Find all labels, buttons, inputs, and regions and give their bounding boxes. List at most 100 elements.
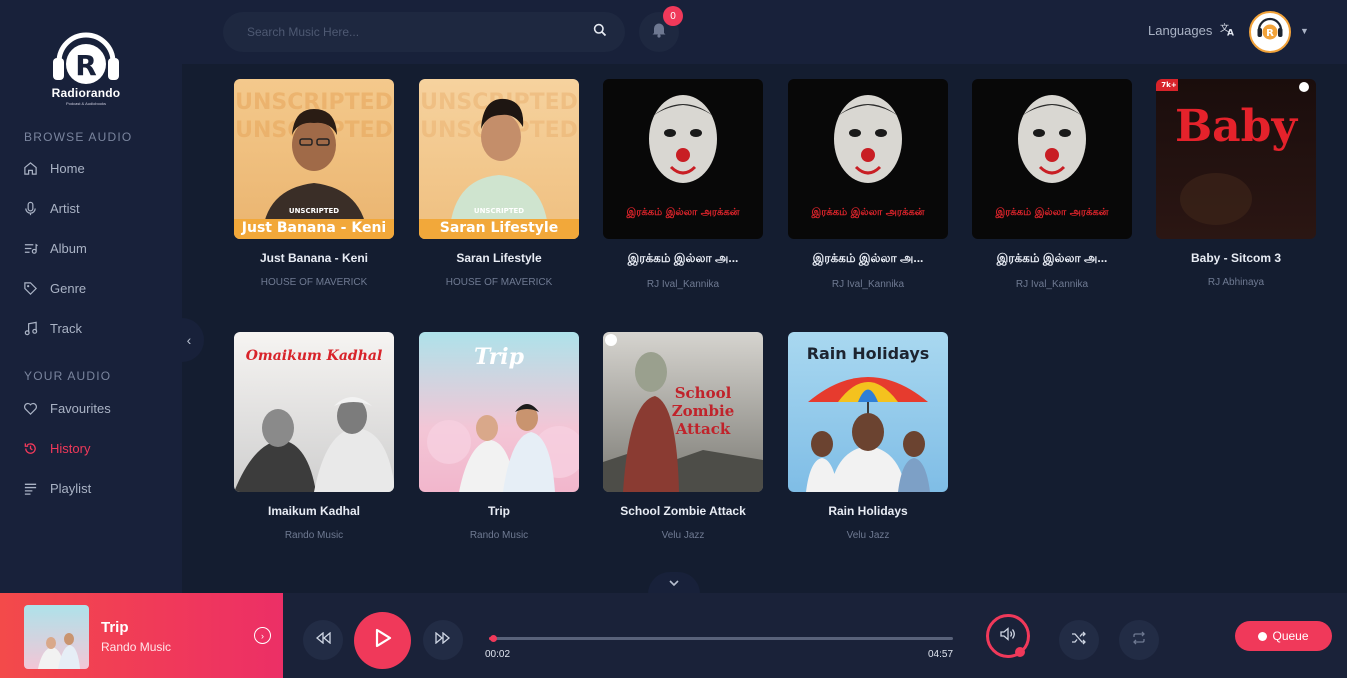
total-duration: 04:57	[928, 649, 954, 660]
cover-art: UNSCRIPTED UNSCRIPTED UNSCRIPTED Just Ba…	[234, 79, 394, 239]
now-playing-artist: Rando Music	[101, 640, 172, 654]
card-title: Imaikum Kadhal	[267, 504, 361, 518]
sidebar-item-home[interactable]: Home	[22, 156, 172, 180]
brand-tagline: Podcast & Audiobooks	[65, 101, 107, 106]
brand-name: Radiorando	[51, 86, 121, 100]
play-icon	[374, 628, 392, 653]
cover-art: UNSCRIPTED UNSCRIPTED UNSCRIPTED Saran L…	[419, 79, 579, 239]
audio-card[interactable]: UNSCRIPTED UNSCRIPTED UNSCRIPTED Saran L…	[419, 79, 579, 288]
card-subtitle: RJ Ival_Kannika	[1015, 279, 1089, 290]
profile-avatar[interactable]: R	[1249, 11, 1291, 53]
cover-art: School Zombie Attack	[603, 332, 763, 492]
svg-text:R: R	[75, 49, 97, 82]
sidebar-item-label: History	[50, 440, 91, 456]
sidebar-item-playlist[interactable]: Playlist	[22, 476, 172, 500]
now-playing-title: Trip	[101, 619, 129, 636]
radiorando-logo-icon: R	[1255, 15, 1285, 50]
repeat-button[interactable]	[1119, 620, 1159, 660]
card-title: Just Banana - Keni	[259, 251, 369, 265]
queue-button[interactable]: Queue	[1235, 621, 1332, 651]
sidebar-item-history[interactable]: History	[22, 436, 172, 460]
languages-selector[interactable]: Languages 文A	[1148, 22, 1236, 39]
cover-caption: School Zombie Attack	[671, 384, 735, 438]
music-note-icon	[22, 320, 38, 336]
cover-art: Rain Holidays	[788, 332, 948, 492]
card-subtitle: Velu Jazz	[661, 530, 705, 541]
cover-caption: Baby	[1174, 101, 1298, 152]
sidebar-item-album[interactable]: Album	[22, 236, 172, 260]
play-button[interactable]	[354, 612, 411, 669]
cover-caption: இரக்கம் இல்லா அரக்கன்	[995, 207, 1109, 218]
rewind-button[interactable]	[303, 620, 343, 660]
card-title: Trip	[487, 504, 510, 518]
caret-down-icon[interactable]: ▼	[1300, 26, 1309, 36]
card-title: Baby - Sitcom 3	[1190, 251, 1282, 265]
audio-card[interactable]: Trip Trip Rando Music	[419, 332, 579, 541]
card-title: Rain Holidays	[828, 504, 908, 518]
cover-caption: Rain Holidays	[806, 344, 930, 363]
shuffle-button[interactable]	[1059, 620, 1099, 660]
cover-caption: இரக்கம் இல்லா அரக்கன்	[626, 207, 740, 218]
sidebar-item-artist[interactable]: Artist	[22, 196, 172, 220]
progress-handle[interactable]	[490, 635, 497, 642]
cover-art: 7k+ Baby	[1156, 79, 1316, 239]
home-icon	[22, 160, 38, 176]
cover-badge: UNSCRIPTED	[288, 207, 340, 215]
now-playing-panel[interactable]: Trip Rando Music ›	[0, 593, 283, 678]
audio-card[interactable]: இரக்கம் இல்லா அரக்கன் இரக்கம் இல்லா அ...…	[788, 79, 948, 290]
svg-text:R: R	[1266, 28, 1274, 39]
card-subtitle: RJ Ival_Kannika	[831, 279, 905, 290]
sidebar: R Radiorando Podcast & Audiobooks BROWSE…	[0, 0, 182, 593]
search-bar	[223, 12, 625, 52]
sidebar-item-label: Album	[50, 240, 87, 256]
audio-card[interactable]: School Zombie Attack School Zombie Attac…	[603, 332, 763, 541]
cover-art: Trip	[419, 332, 579, 492]
chevron-right-circle-icon[interactable]: ›	[254, 627, 271, 644]
chevron-down-icon	[668, 576, 680, 590]
history-icon	[22, 440, 38, 456]
sidebar-item-favourites[interactable]: Favourites	[22, 396, 172, 420]
queue-icon	[1258, 631, 1268, 641]
cover-caption: Saran Lifestyle	[439, 220, 559, 236]
heart-icon	[22, 400, 38, 416]
playlist-icon	[22, 480, 38, 496]
now-playing-cover	[24, 605, 89, 669]
speaker-icon	[999, 626, 1017, 646]
sidebar-item-label: Favourites	[50, 400, 111, 416]
album-list-icon	[22, 240, 38, 256]
microphone-icon	[22, 200, 38, 216]
sidebar-item-track[interactable]: Track	[22, 316, 172, 340]
sidebar-item-label: Home	[50, 160, 85, 176]
card-title: இரக்கம் இல்லா அ...	[627, 251, 739, 265]
history-grid: UNSCRIPTED UNSCRIPTED UNSCRIPTED Just Ba…	[182, 64, 1347, 593]
card-title: இரக்கம் இல்லா அ...	[812, 251, 924, 265]
audio-card[interactable]: Rain Holidays Rain Holidays Velu Jazz	[788, 332, 948, 541]
notification-count-badge: 0	[663, 6, 683, 26]
queue-label: Queue	[1272, 629, 1309, 643]
audio-card[interactable]: 7k+ Baby Baby - Sitcom 3 RJ Abhinaya	[1156, 79, 1316, 288]
cover-art: இரக்கம் இல்லா அரக்கன்	[603, 79, 763, 239]
radiorando-logo-icon: R	[49, 26, 123, 88]
your-audio-heading: YOUR AUDIO	[24, 369, 112, 383]
card-title: இரக்கம் இல்லா அ...	[996, 251, 1108, 265]
search-input[interactable]	[247, 25, 593, 39]
fast-forward-button[interactable]	[423, 620, 463, 660]
translate-icon: 文A	[1220, 22, 1236, 39]
card-subtitle: Rando Music	[469, 530, 529, 541]
repeat-icon	[1131, 631, 1147, 650]
card-title: Saran Lifestyle	[456, 251, 542, 265]
audio-card[interactable]: Omaikum Kadhal Imaikum Kadhal Rando Musi…	[234, 332, 394, 541]
volume-handle[interactable]	[1015, 647, 1025, 657]
progress-bar[interactable]	[489, 635, 953, 642]
search-icon[interactable]	[593, 23, 607, 42]
audio-card[interactable]: இரக்கம் இல்லா அரக்கன் இரக்கம் இல்லா அ...…	[972, 79, 1132, 290]
audio-card[interactable]: இரக்கம் இல்லா அரக்கன் இரக்கம் இல்லா அ...…	[603, 79, 763, 290]
brand-logo[interactable]: R Radiorando Podcast & Audiobooks	[46, 26, 126, 106]
languages-label: Languages	[1148, 23, 1213, 38]
audio-card[interactable]: UNSCRIPTED UNSCRIPTED UNSCRIPTED Just Ba…	[234, 79, 394, 288]
sidebar-item-label: Genre	[50, 280, 87, 296]
elapsed-time: 00:02	[485, 649, 511, 660]
card-subtitle: HOUSE OF MAVERICK	[260, 277, 368, 288]
tag-icon	[22, 280, 38, 296]
sidebar-item-genre[interactable]: Genre	[22, 276, 172, 300]
